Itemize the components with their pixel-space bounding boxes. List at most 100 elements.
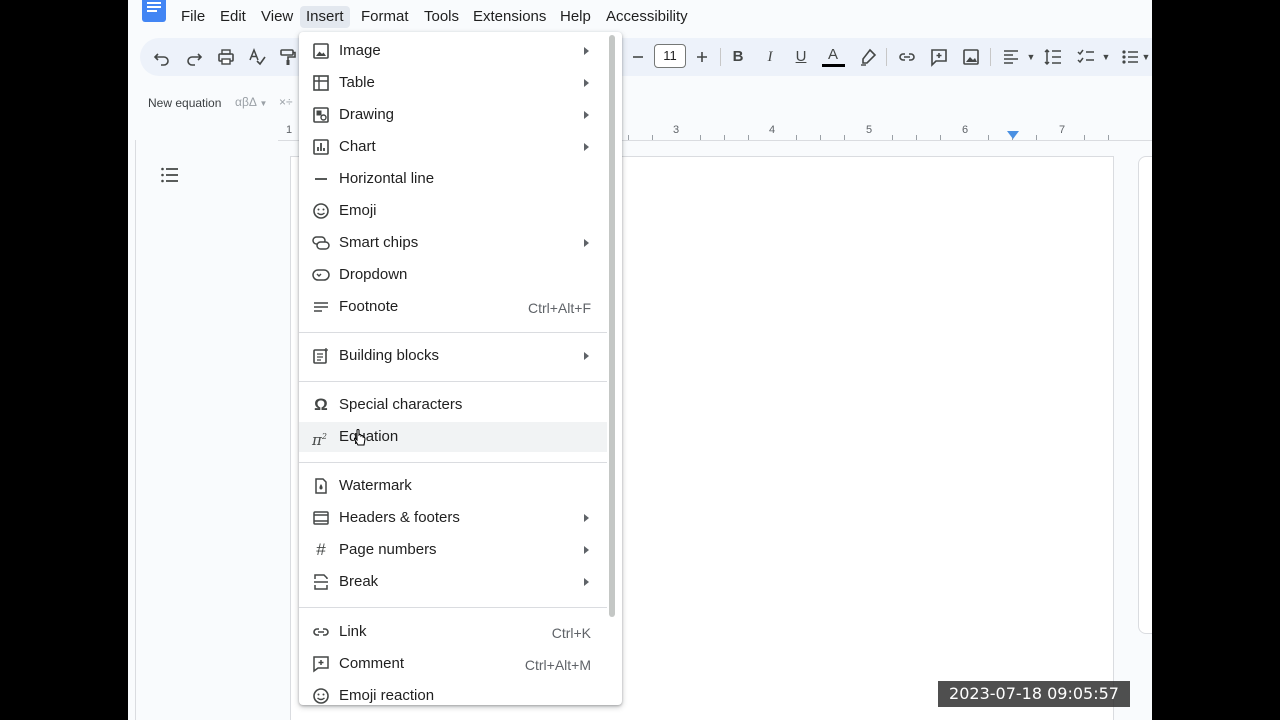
ruler-tick: [700, 135, 701, 140]
link-icon[interactable]: [897, 47, 917, 67]
toolbar-divider: [990, 48, 991, 66]
menu-item-horizontal-line[interactable]: Horizontal line: [299, 164, 607, 194]
greek-letters-label: αβΔ: [235, 95, 257, 109]
menu-format[interactable]: Format: [355, 6, 415, 28]
menu-item-break[interactable]: Break: [299, 567, 607, 597]
chart-icon: [312, 138, 330, 156]
checklist-icon[interactable]: [1076, 47, 1096, 67]
emoji-icon: [312, 202, 330, 220]
menu-item-drawing[interactable]: Drawing: [299, 100, 607, 130]
redo-icon[interactable]: [184, 47, 204, 67]
menu-item-image[interactable]: Image: [299, 36, 607, 66]
menu-item-smart-chips[interactable]: Smart chips: [299, 228, 607, 258]
menu-bar: File Edit View Insert Format Tools Exten…: [128, 0, 1152, 34]
ruler-tick: [652, 135, 653, 140]
menu-item-footnote[interactable]: Footnote Ctrl+Alt+F: [299, 292, 607, 322]
menu-item-link[interactable]: Link Ctrl+K: [299, 617, 607, 647]
menu-item-equation[interactable]: π2 Equation: [299, 422, 607, 452]
greek-letters-dropdown[interactable]: αβΔ ▼: [235, 95, 267, 109]
menu-item-label: Watermark: [339, 477, 412, 494]
menu-extensions[interactable]: Extensions: [467, 6, 552, 28]
bulleted-list-icon[interactable]: [1120, 47, 1140, 67]
menu-item-label: Table: [339, 74, 375, 91]
horizontal-line-icon: [312, 170, 330, 188]
menu-file[interactable]: File: [175, 6, 211, 28]
ruler-tick: [748, 135, 749, 140]
ruler-tick: [1084, 135, 1085, 140]
text-color-swatch: [822, 64, 845, 67]
menu-item-comment[interactable]: Comment Ctrl+Alt+M: [299, 649, 607, 679]
ruler-number: 1: [286, 124, 293, 136]
undo-icon[interactable]: [152, 47, 172, 67]
menu-item-label: Page numbers: [339, 541, 437, 558]
increase-font-icon[interactable]: [692, 47, 712, 67]
menu-insert[interactable]: Insert: [300, 6, 350, 28]
link-icon: [312, 623, 330, 641]
menu-accessibility[interactable]: Accessibility: [600, 6, 694, 28]
chevron-down-icon[interactable]: ▼: [1096, 47, 1116, 67]
toolbar: 11 B I U A ▼ ▼ ▼: [140, 38, 1152, 76]
vertical-ruler: [128, 140, 136, 720]
menu-item-headers-footers[interactable]: Headers & footers: [299, 503, 607, 533]
menu-item-special-characters[interactable]: Ω Special characters: [299, 390, 607, 420]
submenu-arrow-icon: [584, 79, 589, 87]
ruler-tick: [1036, 135, 1037, 140]
line-spacing-icon[interactable]: [1043, 47, 1063, 67]
menu-item-emoji[interactable]: Emoji: [299, 196, 607, 226]
text-color-icon[interactable]: A: [822, 46, 845, 67]
google-docs-app: File Edit View Insert Format Tools Exten…: [128, 0, 1152, 720]
menu-item-label: Comment: [339, 655, 405, 672]
menu-help[interactable]: Help: [554, 6, 597, 28]
align-icon[interactable]: [1001, 47, 1021, 67]
font-size-input[interactable]: 11: [654, 44, 686, 68]
submenu-arrow-icon: [584, 514, 589, 522]
decrease-font-icon[interactable]: [628, 47, 648, 67]
ruler-tick: [940, 135, 941, 140]
underline-icon[interactable]: U: [791, 47, 811, 67]
chevron-down-icon[interactable]: ▼: [1140, 47, 1152, 67]
emoji-reaction-icon: [312, 687, 330, 705]
image-icon: [312, 42, 330, 60]
side-panel-edge: [1138, 156, 1152, 634]
italic-icon[interactable]: I: [760, 47, 780, 67]
video-timestamp: 2023-07-18 09:05:57: [938, 681, 1130, 707]
menu-item-watermark[interactable]: Watermark: [299, 471, 607, 501]
menu-divider: [299, 332, 607, 333]
ruler-tick: [916, 135, 917, 140]
bold-icon[interactable]: B: [728, 47, 748, 67]
highlight-icon[interactable]: [858, 47, 878, 67]
menu-item-building-blocks[interactable]: Building blocks: [299, 341, 607, 371]
docs-logo-icon[interactable]: [142, 0, 166, 22]
spellcheck-icon[interactable]: [247, 47, 267, 67]
ruler-tick: [988, 135, 989, 140]
text-color-letter: A: [827, 46, 838, 63]
submenu-arrow-icon: [584, 352, 589, 360]
new-equation-button[interactable]: New equation: [148, 96, 221, 110]
add-comment-icon[interactable]: [929, 47, 949, 67]
break-icon: [312, 573, 330, 591]
menu-item-emoji-reaction[interactable]: Emoji reaction: [299, 681, 607, 705]
menu-edit[interactable]: Edit: [214, 6, 252, 28]
menu-item-table[interactable]: Table: [299, 68, 607, 98]
menu-item-chart[interactable]: Chart: [299, 132, 607, 162]
footnote-icon: [312, 298, 330, 316]
ruler-number: 4: [769, 124, 776, 136]
paint-format-icon[interactable]: [278, 47, 298, 67]
menu-item-dropdown[interactable]: Dropdown: [299, 260, 607, 290]
menu-item-page-numbers[interactable]: # Page numbers: [299, 535, 607, 565]
menu-item-label: Dropdown: [339, 266, 408, 283]
document-outline-icon[interactable]: [160, 165, 180, 185]
print-icon[interactable]: [216, 47, 236, 67]
chevron-down-icon[interactable]: ▼: [1021, 47, 1041, 67]
menu-view[interactable]: View: [255, 6, 299, 28]
operators-dropdown[interactable]: ×÷: [279, 95, 293, 109]
menu-item-label: Special characters: [339, 396, 463, 413]
mouse-cursor-icon: [353, 428, 367, 448]
menu-tools[interactable]: Tools: [418, 6, 465, 28]
smart-chips-icon: [312, 234, 330, 252]
right-indent-marker[interactable]: [1007, 131, 1019, 139]
menu-scrollbar[interactable]: [609, 35, 615, 617]
submenu-arrow-icon: [584, 578, 589, 586]
shortcut-label: Ctrl+Alt+M: [524, 657, 591, 673]
insert-image-icon[interactable]: [961, 47, 981, 67]
